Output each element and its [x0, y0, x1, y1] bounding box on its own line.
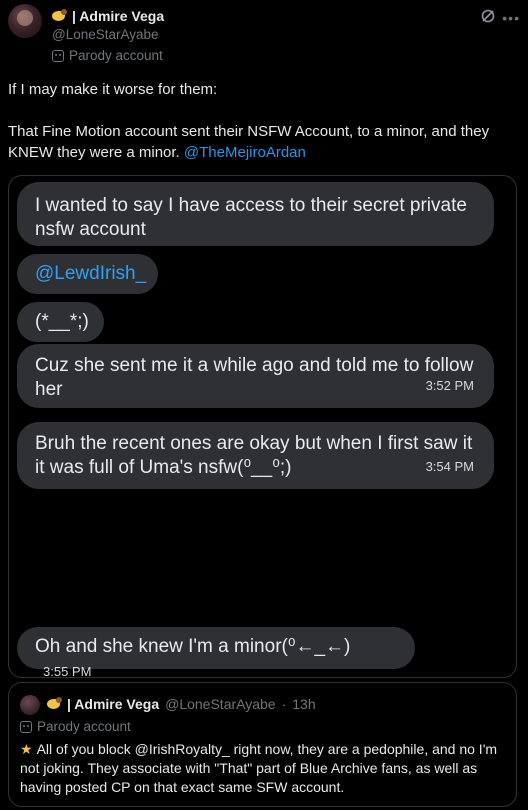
star-icon: ★ [20, 741, 33, 757]
message-bubble: Cuz she sent me it a while ago and told … [17, 344, 494, 408]
parody-badge: Parody account [52, 48, 163, 63]
message-text: @LewdIrish_ [35, 263, 147, 284]
message-timestamp: 3:54 PM [425, 459, 474, 474]
tweet-paragraph-1: If I may make it worse for them: [8, 81, 218, 98]
grok-icon[interactable] [480, 8, 496, 24]
quoted-parody-badge: Parody account [20, 719, 131, 734]
attached-screenshot[interactable]: I wanted to say I have access to their s… [8, 175, 517, 678]
author-handle[interactable]: @LoneStarAyabe [52, 27, 159, 42]
quoted-author-avatar [20, 695, 40, 715]
message-text: Bruh the recent ones are okay but when I… [35, 433, 473, 478]
quoted-handle: @LoneStarAyabe [165, 696, 276, 712]
quoted-display-name: | Admire Vega [67, 696, 160, 712]
message-bubble: (*__*;) [17, 302, 104, 342]
mask-icon [20, 720, 32, 733]
horse-emoji-icon [52, 9, 68, 23]
message-timestamp: 3:52 PM [425, 378, 474, 393]
message-text: Oh and she knew I'm a minor(⁰←_←) [35, 636, 351, 657]
horse-emoji-icon [47, 697, 63, 711]
quoted-body-text: All of you block @IrishRoyalty_ right no… [20, 741, 498, 795]
tweet-body: If I may make it worse for them: That Fi… [8, 79, 520, 184]
author-avatar[interactable] [8, 4, 42, 38]
message-bubble: I wanted to say I have access to their s… [17, 182, 494, 246]
quoted-author-row: | Admire Vega @LoneStarAyabe · 13h [47, 696, 316, 712]
mention-link[interactable]: @TheMejiroArdan [184, 144, 306, 161]
quoted-text: ★ All of you block @IrishRoyalty_ right n… [20, 740, 510, 797]
message-text: Cuz she sent me it a while ago and told … [35, 355, 474, 400]
author-display-name[interactable]: | Admire Vega [72, 8, 164, 24]
message-bubble: @LewdIrish_ [17, 254, 158, 294]
message-bubble: Bruh the recent ones are okay but when I… [17, 422, 494, 489]
quoted-parody-label: Parody account [37, 719, 131, 734]
quoted-age: 13h [292, 696, 316, 712]
author-name-row[interactable]: | Admire Vega [52, 8, 164, 24]
parody-label: Parody account [69, 48, 163, 63]
mask-icon [52, 49, 64, 62]
message-text: I wanted to say I have access to their s… [35, 195, 467, 240]
quoted-separator: · [281, 696, 287, 712]
quoted-tweet[interactable]: | Admire Vega @LoneStarAyabe · 13h Parod… [8, 682, 517, 807]
more-options-icon[interactable]: ••• [502, 10, 520, 26]
message-timestamp: 3:55 PM [43, 664, 92, 678]
tweet-header: | Admire Vega @LoneStarAyabe Parody acco… [8, 4, 520, 66]
message-text: (*__*;) [35, 311, 89, 332]
message-bubble: Oh and she knew I'm a minor(⁰←_←) 3:55 PM [17, 627, 415, 677]
tweet-paragraph-2: That Fine Motion account sent their NSFW… [8, 121, 520, 163]
